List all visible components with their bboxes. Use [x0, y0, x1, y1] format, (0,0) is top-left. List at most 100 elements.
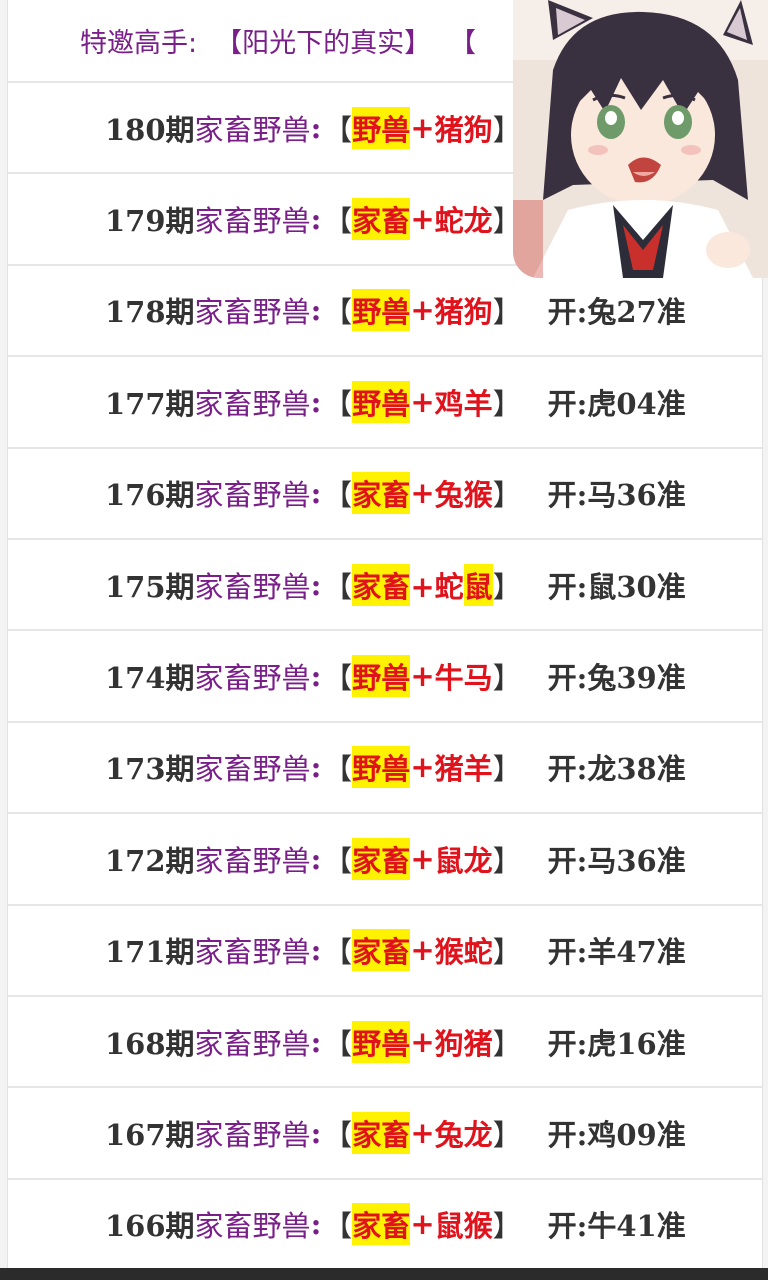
- close-bracket: 】: [492, 935, 522, 970]
- category-label: 家畜野兽: [194, 1026, 311, 1061]
- category-label: 家畜野兽: [194, 661, 311, 696]
- result-text: 开:虎04准: [547, 386, 686, 421]
- table-row: 178期 家畜野兽: 【野兽 + 猪狗】开:兔27准: [8, 266, 762, 358]
- open-bracket: 【: [323, 752, 353, 787]
- pick-plus: +: [410, 202, 435, 237]
- pick-plus: +: [410, 841, 435, 876]
- pick-plus: +: [410, 384, 435, 419]
- issue-number: 166期: [105, 1209, 195, 1244]
- colon-separator: :: [310, 1115, 322, 1150]
- result-text: 开:鸡09准: [547, 1117, 686, 1152]
- pick-plus: +: [410, 476, 435, 511]
- result-text: 开:兔27准: [547, 295, 686, 330]
- close-bracket: 】: [492, 1117, 522, 1152]
- pick-plus: +蛇: [410, 569, 464, 604]
- issue-number: 167期: [105, 1117, 195, 1152]
- pick-plus: +: [410, 1024, 435, 1059]
- open-bracket: 【: [323, 478, 353, 513]
- pick-group-b: 猪狗: [434, 112, 493, 147]
- result-text: 开:羊47准: [547, 935, 686, 970]
- pick-group-b: 鼠: [463, 563, 493, 606]
- close-bracket: 】: [492, 661, 522, 696]
- colon-separator: :: [310, 110, 322, 145]
- table-row: 174期 家畜野兽: 【野兽 + 牛马】开:兔39准: [8, 631, 762, 723]
- pick-group-a: 野兽: [352, 106, 411, 149]
- close-bracket: 】: [492, 386, 522, 421]
- category-label: 家畜野兽: [194, 935, 311, 970]
- pick-plus: +: [410, 659, 435, 694]
- pick-group-a: 野兽: [352, 1020, 411, 1063]
- open-bracket: 【: [323, 112, 353, 147]
- category-label: 家畜野兽: [194, 204, 311, 239]
- issue-number: 176期: [105, 478, 195, 513]
- result-text: 开:牛41准: [547, 1209, 686, 1244]
- open-bracket: 【: [323, 935, 353, 970]
- category-label: 家畜野兽: [194, 752, 311, 787]
- category-label: 家畜野兽: [194, 1209, 311, 1244]
- issue-number: 171期: [105, 935, 195, 970]
- colon-separator: :: [310, 384, 322, 419]
- pick-group-a: 家畜: [352, 929, 411, 972]
- issue-number: 177期: [105, 386, 195, 421]
- result-text: 开:兔39准: [547, 661, 686, 696]
- colon-separator: :: [310, 659, 322, 694]
- category-label: 家畜野兽: [194, 1117, 311, 1152]
- close-bracket: 】: [492, 843, 522, 878]
- open-bracket: 【: [323, 295, 353, 330]
- pick-group-a: 家畜: [352, 837, 411, 880]
- open-bracket: 【: [323, 1117, 353, 1152]
- result-text: 开:鼠30准: [547, 569, 686, 604]
- category-label: 家畜野兽: [194, 295, 311, 330]
- issue-number: 178期: [105, 295, 195, 330]
- open-bracket: 【: [323, 661, 353, 696]
- category-label: 家畜野兽: [194, 569, 311, 604]
- open-bracket: 【: [323, 569, 353, 604]
- pick-plus: +: [410, 110, 435, 145]
- close-bracket: 】: [492, 569, 522, 604]
- pick-group-a: 家畜: [352, 472, 411, 515]
- table-row: 168期 家畜野兽: 【野兽 + 狗猪】开:虎16准: [8, 997, 762, 1089]
- pick-plus: +: [410, 1207, 435, 1242]
- open-bracket: 【: [323, 843, 353, 878]
- colon-separator: :: [310, 933, 322, 968]
- pick-group-b: 猴蛇: [434, 935, 493, 970]
- pick-group-a: 家畜: [352, 1203, 411, 1246]
- pick-plus: +: [410, 750, 435, 785]
- issue-number: 172期: [105, 843, 195, 878]
- pick-group-a: 家畜: [352, 563, 411, 606]
- pick-plus: +: [410, 1115, 435, 1150]
- pick-group-b: 猪狗: [434, 295, 493, 330]
- pick-group-a: 家畜: [352, 1111, 411, 1154]
- category-label: 家畜野兽: [194, 478, 311, 513]
- issue-number: 179期: [105, 204, 195, 239]
- category-label: 家畜野兽: [194, 112, 311, 147]
- pick-group-b: 牛马: [434, 661, 493, 696]
- pick-group-a: 野兽: [352, 655, 411, 698]
- open-bracket: 【: [323, 386, 353, 421]
- pick-group-b: 狗猪: [434, 1026, 493, 1061]
- table-row: 177期 家畜野兽: 【野兽 + 鸡羊】开:虎04准: [8, 357, 762, 449]
- table-row: 167期 家畜野兽: 【家畜 + 兔龙】开:鸡09准: [8, 1088, 762, 1180]
- table-row: 171期 家畜野兽: 【家畜 + 猴蛇】开:羊47准: [8, 906, 762, 997]
- result-text: 开:马36准: [547, 843, 686, 878]
- colon-separator: :: [310, 293, 322, 328]
- open-bracket: 【: [323, 1209, 353, 1244]
- colon-separator: :: [310, 567, 322, 602]
- category-label: 家畜野兽: [194, 843, 311, 878]
- anime-catgirl-avatar-icon: [513, 0, 768, 278]
- table-row: 176期 家畜野兽: 【家畜 + 兔猴】开:马36准: [8, 449, 762, 540]
- close-bracket: 】: [492, 295, 522, 330]
- pick-group-b: 蛇龙: [434, 204, 493, 239]
- header-title: 【阳光下的真实】: [215, 28, 432, 59]
- pick-group-a: 野兽: [352, 746, 411, 789]
- pick-group-a: 野兽: [352, 380, 411, 423]
- colon-separator: :: [310, 476, 322, 511]
- pick-group-b: 鼠猴: [434, 1209, 493, 1244]
- open-bracket: 【: [323, 204, 353, 239]
- pick-group-b: 猪羊: [434, 752, 493, 787]
- pick-group-b: 鼠龙: [434, 843, 493, 878]
- pick-plus: +: [410, 293, 435, 328]
- colon-separator: :: [310, 1207, 322, 1242]
- close-bracket: 】: [492, 1026, 522, 1061]
- pick-group-b: 鸡羊: [434, 386, 493, 421]
